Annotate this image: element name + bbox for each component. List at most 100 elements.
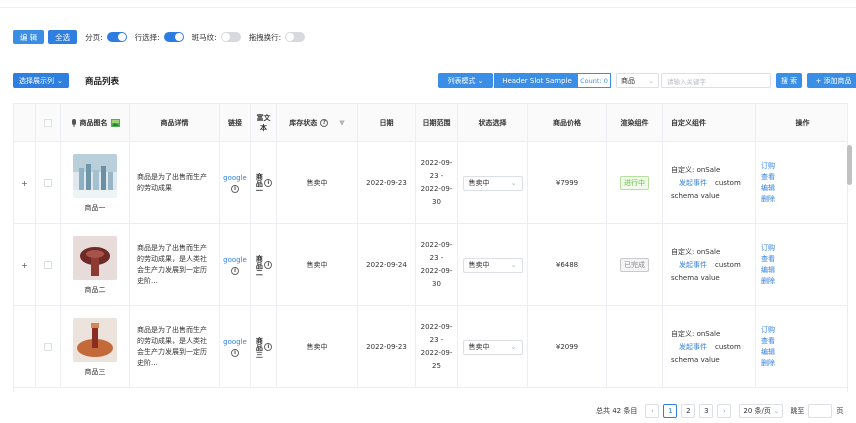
toggle-drag-switch[interactable]	[285, 32, 306, 42]
state-select[interactable]: 售卖中 ⌄	[462, 175, 523, 191]
expand-cell[interactable]: +	[14, 142, 36, 224]
info-icon[interactable]: i	[231, 184, 239, 193]
actions-cell: 订购 查看 编辑 删除	[756, 306, 847, 388]
delete-link[interactable]: 删除	[761, 358, 775, 369]
column-header-range: 日期范围	[416, 104, 458, 142]
select-all-checkbox[interactable]	[44, 119, 52, 127]
stock-cell: 售卖中	[277, 306, 358, 388]
help-icon[interactable]: ?	[320, 119, 329, 127]
view-link[interactable]: 查看	[761, 254, 775, 265]
custom-word: custom	[715, 342, 741, 351]
google-link[interactable]: google	[223, 338, 247, 346]
select-column-header[interactable]	[36, 104, 61, 142]
range-cell: 2022-09-23 - 2022-09-25	[416, 306, 458, 388]
rich-text: 商品一	[255, 172, 264, 194]
plus-icon[interactable]: +	[21, 179, 28, 188]
state-select-value: 售卖中	[468, 261, 490, 269]
actions-cell: 订购 查看 编辑 删除	[756, 224, 847, 306]
toggle-stripe-switch[interactable]	[220, 32, 241, 42]
page-button-1[interactable]: 1	[663, 404, 678, 418]
toggle-drag-label: 拖拽换行:	[248, 32, 282, 42]
row-checkbox[interactable]	[44, 261, 52, 269]
mic-icon	[71, 118, 76, 127]
page-size-value: 20 条/页	[743, 407, 771, 415]
trigger-event-link[interactable]: 发起事件	[679, 177, 707, 190]
google-link[interactable]: google	[223, 174, 247, 182]
state-select[interactable]: 售卖中 ⌄	[462, 339, 523, 355]
delete-link[interactable]: 删除	[761, 276, 775, 287]
info-icon[interactable]: i	[231, 266, 239, 275]
product-table: 商品图名 商品详情 链接 富文本 库存状态 ? ▼ 日期 日期范围 状态选择 商…	[13, 103, 848, 392]
add-product-button[interactable]: + 添加商品	[807, 73, 856, 88]
custom-schema: schema value	[671, 355, 720, 364]
state-select[interactable]: 售卖中 ⌄	[462, 257, 523, 273]
chevron-down-icon: ⌄	[510, 179, 517, 187]
total-count: 总共 42 条目	[596, 407, 638, 415]
info-icon[interactable]: i	[264, 343, 273, 351]
table-header: 商品图名 商品详情 链接 富文本 库存状态 ? ▼ 日期 日期范围 状态选择 商…	[14, 104, 847, 142]
page-size-select[interactable]: 20 条/页 ⌄	[739, 404, 784, 418]
chevron-down-icon: ⌄	[510, 261, 517, 269]
search-button[interactable]: 搜 索	[776, 73, 802, 88]
field-select[interactable]: 商品 ⌄	[616, 73, 659, 88]
custom-cell: 自定义: onSale 发起事件 custom schema value	[663, 306, 756, 388]
order-link[interactable]: 订购	[761, 161, 775, 172]
chevron-right-icon[interactable]: ›	[717, 404, 732, 418]
plus-icon[interactable]: +	[21, 261, 28, 270]
edit-button[interactable]: 编 辑	[13, 30, 45, 44]
custom-prefix: 自定义: onSale	[671, 247, 721, 256]
product-image[interactable]	[73, 153, 117, 198]
toggle-row-select-switch[interactable]	[163, 32, 184, 42]
goto-page-input[interactable]	[808, 404, 833, 418]
order-link[interactable]: 订购	[761, 325, 775, 336]
date-cell: 2022-09-24	[358, 224, 416, 306]
search-input[interactable]: 请输入关键字	[661, 73, 771, 88]
info-icon[interactable]: i	[264, 179, 273, 187]
edit-link[interactable]: 编辑	[761, 183, 775, 194]
page-button-3[interactable]: 3	[699, 404, 714, 418]
table-row: + 商品二 商品是为了出售而生产的劳动成果，是人类社会生产力发展到一定历史阶..…	[14, 224, 847, 306]
order-link[interactable]: 订购	[761, 243, 775, 254]
image-icon	[110, 119, 120, 127]
edit-link[interactable]: 编辑	[761, 347, 775, 358]
column-header-custom: 自定义组件	[663, 104, 756, 142]
select-cell[interactable]	[36, 224, 61, 306]
trigger-event-link[interactable]: 发起事件	[679, 259, 707, 272]
row-checkbox[interactable]	[44, 343, 52, 351]
column-header-actions: 操作	[795, 119, 810, 127]
state-cell: 售卖中 ⌄	[458, 224, 528, 306]
info-icon[interactable]: i	[264, 261, 273, 269]
select-cell[interactable]	[36, 306, 61, 388]
info-icon[interactable]: i	[231, 348, 239, 357]
custom-schema: schema value	[671, 273, 720, 282]
filter-icon[interactable]: ▼	[339, 119, 344, 127]
detail-cell: 商品是为了出售而生产的劳动成果，是人类社会生产力发展到一定历史阶...	[130, 306, 220, 388]
table-scrollbar[interactable]	[847, 145, 852, 185]
chevron-down-icon: ⌄	[57, 76, 63, 85]
toggle-pagination-switch[interactable]	[106, 32, 127, 42]
view-link[interactable]: 查看	[761, 172, 775, 183]
trigger-event-link[interactable]: 发起事件	[679, 341, 707, 354]
select-all-button[interactable]: 全选	[48, 30, 78, 44]
google-link[interactable]: google	[223, 256, 247, 264]
toggle-row-select-label: 行选择:	[134, 32, 160, 42]
select-cell[interactable]	[36, 142, 61, 224]
edit-link[interactable]: 编辑	[761, 265, 775, 276]
custom-cell: 自定义: onSale 发起事件 custom schema value	[663, 224, 756, 306]
toggle-stripe-label: 斑马纹:	[191, 32, 217, 42]
expand-cell[interactable]: +	[14, 224, 36, 306]
row-checkbox[interactable]	[44, 179, 52, 187]
state-cell: 售卖中 ⌄	[458, 306, 528, 388]
chevron-left-icon[interactable]: ‹	[645, 404, 660, 418]
page-button-2[interactable]: 2	[681, 404, 696, 418]
delete-link[interactable]: 删除	[761, 194, 775, 205]
table-row: + 商品一 商品是为了出售而生产的劳动成果 google i 商品一 i 售卖中	[14, 142, 847, 224]
expand-column-header	[14, 104, 36, 142]
column-select-button[interactable]: 选择展示列 ⌄	[13, 73, 69, 88]
product-image[interactable]	[73, 235, 117, 280]
list-mode-button[interactable]: 列表模式 ⌄	[438, 73, 493, 88]
product-image[interactable]	[73, 317, 117, 362]
view-link[interactable]: 查看	[761, 336, 775, 347]
header-slot-sample[interactable]: Header Slot Sample	[493, 73, 580, 88]
column-header-image: 商品图名	[61, 104, 130, 142]
